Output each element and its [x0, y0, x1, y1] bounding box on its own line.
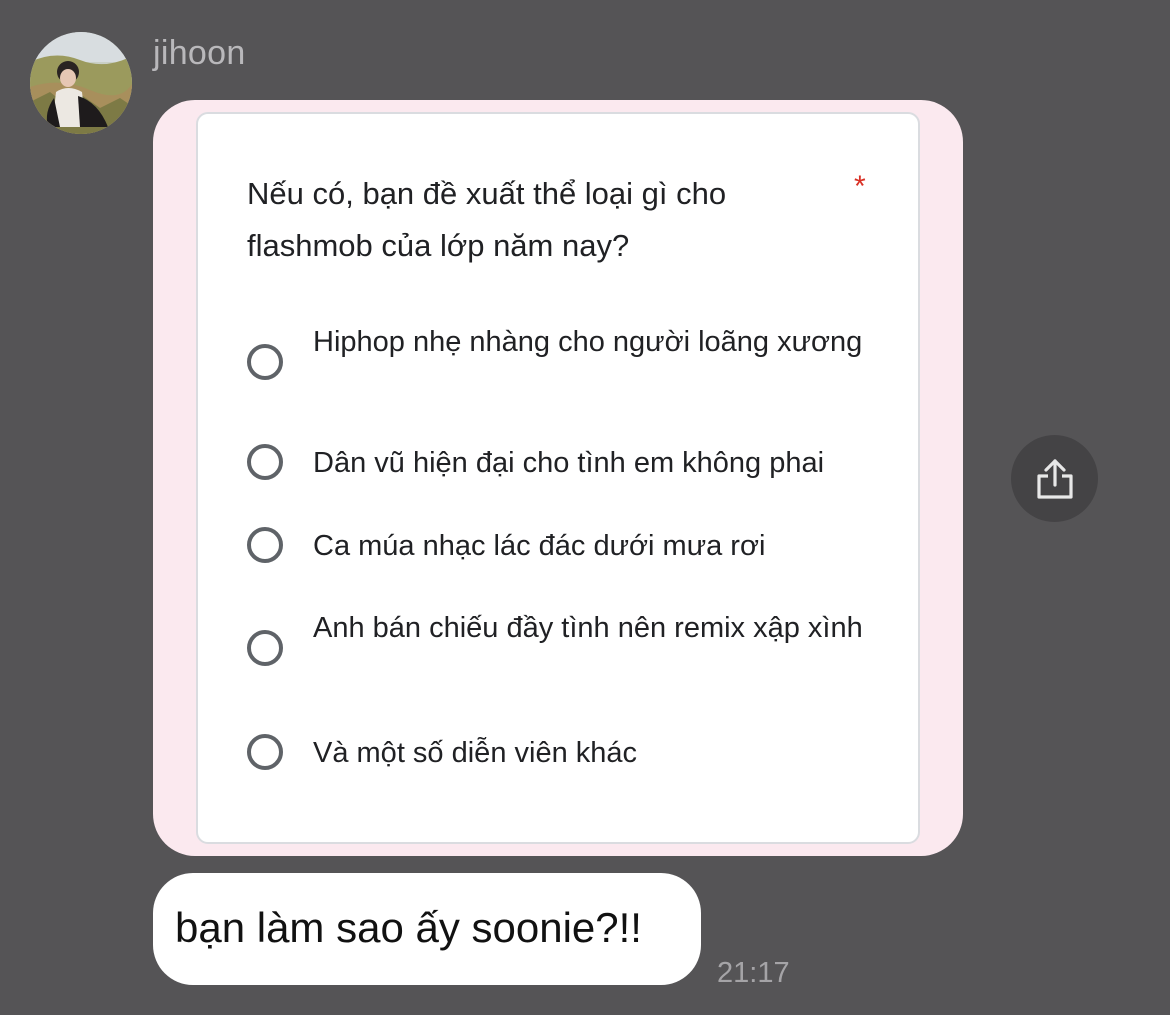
text-message: bạn làm sao ấy soonie?!! [175, 904, 642, 951]
form-question-card: Nếu có, bạn đề xuất thể loại gì cho flas… [196, 112, 920, 844]
share-icon [1036, 458, 1073, 499]
message-timestamp: 21:17 [717, 957, 790, 989]
radio-button[interactable] [247, 734, 283, 770]
avatar[interactable] [30, 32, 132, 134]
text-message-bubble[interactable]: bạn làm sao ấy soonie?!! [153, 873, 701, 985]
radio-button[interactable] [247, 344, 283, 380]
radio-button[interactable] [247, 630, 283, 666]
option-label: Và một số diễn viên khác [313, 737, 638, 769]
option-label: Ca múa nhạc lác đác dưới mưa rơi [313, 530, 766, 562]
option-label: Dân vũ hiện đại cho tình em không phai [313, 447, 825, 479]
share-button[interactable] [1011, 435, 1098, 522]
sender-name: jihoon [153, 34, 246, 72]
avatar-photo [30, 32, 132, 134]
image-message[interactable]: Nếu có, bạn đề xuất thể loại gì cho flas… [153, 100, 963, 856]
question-text: Nếu có, bạn đề xuất thể loại gì cho flas… [247, 176, 727, 263]
radio-button[interactable] [247, 527, 283, 563]
option-label: Hiphop nhẹ nhàng cho người loãng xương [313, 326, 863, 358]
required-mark: * [854, 170, 866, 203]
radio-button[interactable] [247, 444, 283, 480]
option-label: Anh bán chiếu đầy tình nên remix xập xìn… [313, 612, 863, 644]
